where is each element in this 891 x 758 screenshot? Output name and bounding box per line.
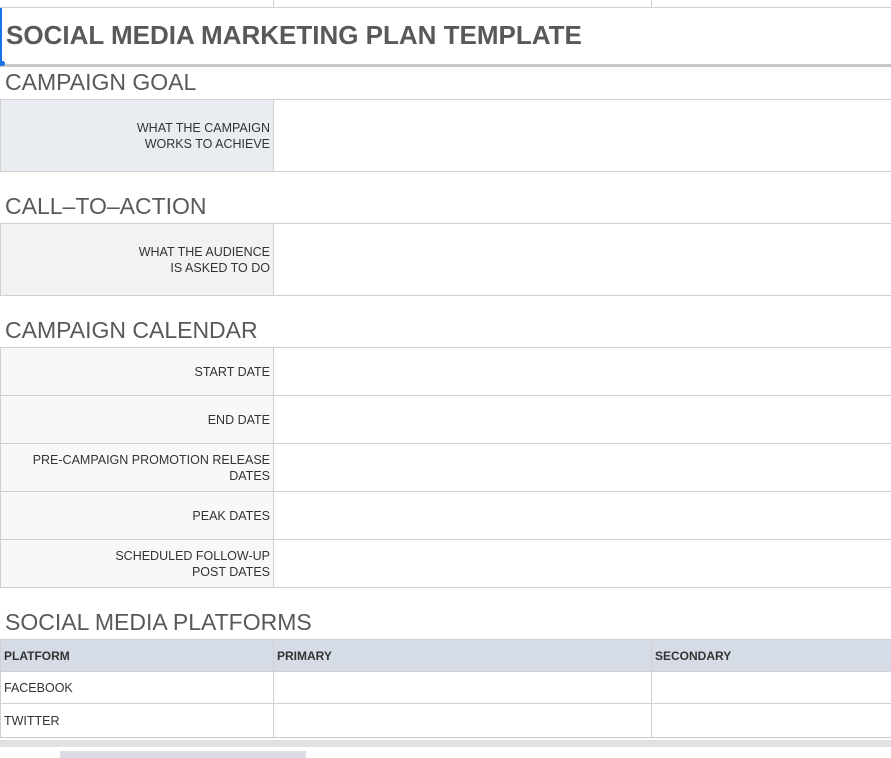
platforms-header-row: PLATFORM PRIMARY SECONDARY [0, 639, 891, 671]
campaign-goal-heading: CAMPAIGN GOAL [5, 69, 197, 95]
calendar-label: SCHEDULED FOLLOW-UP POST DATES [0, 540, 274, 587]
label-line: PEAK DATES [192, 508, 270, 523]
calendar-row-end-date[interactable]: END DATE [0, 395, 891, 443]
primary-cell[interactable] [273, 672, 652, 703]
label-line: WORKS TO ACHIEVE [144, 136, 270, 151]
label-line: START DATE [194, 364, 270, 379]
label-line: SCHEDULED FOLLOW-UP [115, 548, 270, 563]
page-title: SOCIAL MEDIA MARKETING PLAN TEMPLATE [6, 20, 582, 50]
label-line: END DATE [207, 412, 270, 427]
calendar-label: START DATE [0, 348, 274, 395]
top-row-strip [0, 0, 891, 8]
column-header-primary[interactable]: PRIMARY [273, 640, 652, 671]
calendar-row-peak-dates[interactable]: PEAK DATES [0, 491, 891, 539]
calendar-label: END DATE [0, 396, 274, 443]
campaign-calendar-heading: CAMPAIGN CALENDAR [5, 317, 258, 343]
label-line: IS ASKED TO DO [170, 260, 270, 275]
calendar-row-start-date[interactable]: START DATE [0, 347, 891, 395]
scrollbar-track [0, 740, 891, 747]
label-line: DATES [229, 468, 270, 483]
label-line: POST DATES [191, 564, 270, 579]
primary-cell[interactable] [273, 704, 652, 737]
selection-handle[interactable] [0, 61, 5, 66]
table-row: TWITTER [0, 703, 891, 737]
column-header-secondary[interactable]: SECONDARY [651, 640, 891, 671]
label-line: WHAT THE AUDIENCE [138, 244, 270, 259]
title-cell[interactable]: SOCIAL MEDIA MARKETING PLAN TEMPLATE [0, 8, 891, 67]
secondary-cell[interactable] [651, 672, 891, 703]
column-divider [273, 0, 274, 8]
calendar-label: PEAK DATES [0, 492, 274, 539]
call-to-action-heading: CALL–TO–ACTION [5, 193, 207, 219]
calendar-row-follow-up[interactable]: SCHEDULED FOLLOW-UP POST DATES [0, 539, 891, 588]
table-row: FACEBOOK [0, 671, 891, 703]
label-line: WHAT THE CAMPAIGN [136, 120, 270, 135]
call-to-action-row[interactable]: WHAT THE AUDIENCE IS ASKED TO DO [0, 223, 891, 296]
platform-cell[interactable]: TWITTER [0, 704, 274, 737]
column-header-platform[interactable]: PLATFORM [0, 640, 274, 671]
spreadsheet-sheet: SOCIAL MEDIA MARKETING PLAN TEMPLATE CAM… [0, 0, 891, 758]
calendar-row-pre-campaign[interactable]: PRE-CAMPAIGN PROMOTION RELEASE DATES [0, 443, 891, 491]
secondary-cell[interactable] [651, 704, 891, 737]
label-line: PRE-CAMPAIGN PROMOTION RELEASE [32, 452, 270, 467]
horizontal-scrollbar[interactable] [0, 737, 891, 758]
call-to-action-label: WHAT THE AUDIENCE IS ASKED TO DO [0, 224, 274, 295]
column-divider [651, 0, 652, 8]
platform-cell[interactable]: FACEBOOK [0, 672, 274, 703]
campaign-goal-label: WHAT THE CAMPAIGN WORKS TO ACHIEVE [0, 100, 274, 171]
social-media-platforms-heading: SOCIAL MEDIA PLATFORMS [5, 609, 312, 635]
calendar-label: PRE-CAMPAIGN PROMOTION RELEASE DATES [0, 444, 274, 491]
campaign-goal-row[interactable]: WHAT THE CAMPAIGN WORKS TO ACHIEVE [0, 99, 891, 172]
